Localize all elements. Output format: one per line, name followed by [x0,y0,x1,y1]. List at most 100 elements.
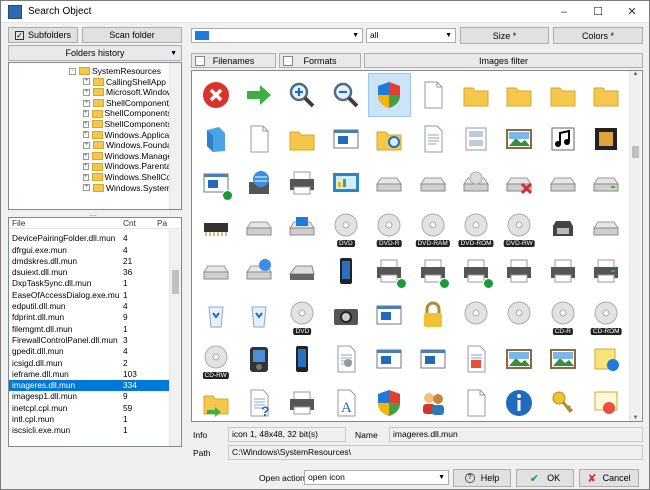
icon-cell[interactable] [324,293,367,337]
icon-cell[interactable]: CD-RW [194,337,237,381]
minimize-button[interactable]: – [547,1,581,23]
icon-cell[interactable] [411,161,454,205]
icon-cell[interactable] [237,117,280,161]
icon-cell[interactable] [541,161,584,205]
icon-cell[interactable] [194,117,237,161]
icon-cell[interactable]: DVD-RW [498,205,541,249]
expand-icon[interactable]: + [83,131,89,139]
icon-cell[interactable]: CD-ROM [585,293,628,337]
ok-button[interactable]: ✔ OK [516,469,574,487]
icon-cell[interactable] [324,117,367,161]
expand-icon[interactable]: + [83,163,89,171]
folders-history-button[interactable]: Folders history ▼ [8,45,182,61]
icon-cell[interactable] [541,205,584,249]
icon-cell[interactable]: DVD [281,293,324,337]
icon-cell[interactable] [281,161,324,205]
list-row[interactable]: filemgmt.dll.mun 1 [9,324,181,335]
color-depth-select[interactable]: ▼ [191,28,363,43]
icon-cell[interactable] [498,293,541,337]
tree-item-root[interactable]: - SystemResources [69,66,181,77]
icon-cell[interactable] [454,161,497,205]
icon-cell[interactable] [454,73,497,117]
icon-cell[interactable] [324,161,367,205]
list-row[interactable]: ieframe.dll.mun 103 [9,369,181,380]
grid-scrollbar[interactable]: ▲ ▼ [629,71,641,421]
list-row[interactable]: EaseOfAccessDialog.exe.mun 1 [9,290,181,301]
tree-item[interactable]: + Windows.Manageme [69,151,181,162]
icon-cell[interactable] [498,381,541,419]
tree-item[interactable]: + ShellComponents.Dr [69,108,181,119]
filter-select[interactable]: all ▼ [366,28,456,43]
icon-cell[interactable] [498,117,541,161]
icon-cell[interactable] [585,161,628,205]
icon-cell[interactable] [411,293,454,337]
icon-cell[interactable] [281,249,324,293]
icon-cell[interactable]: DVD-ROM [454,205,497,249]
scroll-down-icon[interactable]: ▼ [630,415,641,421]
collapse-icon[interactable]: - [69,67,76,75]
icon-cell[interactable] [237,249,280,293]
icon-cell[interactable] [237,161,280,205]
icon-cell[interactable] [411,381,454,419]
grid-scroll-thumb[interactable] [632,146,639,158]
tree-item[interactable]: + Windows.Application [69,130,181,141]
icon-cell[interactable] [368,117,411,161]
icon-cell[interactable] [454,293,497,337]
icon-cell[interactable] [194,381,237,419]
list-row[interactable]: imagesp1.dll.mun 9 [9,391,181,402]
expand-icon[interactable]: + [83,88,90,96]
icon-cell[interactable] [281,337,324,381]
icon-cell[interactable] [585,337,628,381]
tree-item[interactable]: + ShellComponents [69,98,181,109]
help-button[interactable]: ? Help [453,469,511,487]
icon-cell[interactable] [411,249,454,293]
icon-cell[interactable] [411,337,454,381]
icon-cell[interactable] [368,249,411,293]
expand-icon[interactable]: + [83,173,89,181]
expand-icon[interactable]: + [83,184,90,192]
icon-cell[interactable] [367,73,411,117]
icon-cell[interactable] [237,337,280,381]
icon-cell[interactable] [368,293,411,337]
icon-cell[interactable] [541,249,584,293]
tree-item[interactable]: + Windows.ShellComm [69,172,181,183]
tree-item[interactable]: + Windows.ParentalCo [69,161,181,172]
expand-icon[interactable]: + [83,120,89,128]
expand-icon[interactable]: + [83,110,89,118]
icon-cell[interactable] [281,117,324,161]
icon-cell[interactable]: DVD [324,205,367,249]
list-row[interactable]: FirewallControlPanel.dll.mun 3 [9,335,181,346]
col-file[interactable]: File [9,218,120,228]
icon-cell[interactable] [281,381,324,419]
icon-cell[interactable] [281,205,324,249]
list-row[interactable]: DevicePairingFolder.dll.mun 4 [9,233,181,244]
icon-cell[interactable] [541,337,584,381]
formats-checkbox[interactable] [283,55,293,66]
icon-cell[interactable] [281,73,324,117]
col-cnt[interactable]: Cnt [120,218,154,228]
icon-cell[interactable]: DVD-RAM [411,205,454,249]
tree-item[interactable]: + Microsoft.Windows. [69,87,181,98]
icon-cell[interactable] [237,293,280,337]
expand-icon[interactable]: + [83,99,90,107]
icon-cell[interactable] [237,73,280,117]
list-row[interactable]: DxpTaskSync.dll.mun 1 [9,278,181,289]
list-row[interactable]: iscsicli.exe.mun 1 [9,425,181,436]
icon-cell[interactable]: DVD-R [368,205,411,249]
icon-cell[interactable] [541,73,584,117]
list-row[interactable]: icsigd.dll.mun 2 [9,358,181,369]
icon-cell[interactable] [498,249,541,293]
icon-cell[interactable] [368,381,411,419]
icon-cell[interactable] [454,337,497,381]
list-row[interactable]: fdprint.dll.mun 9 [9,312,181,323]
images-filter-button[interactable]: Images filter [364,53,643,68]
icon-cell[interactable] [194,161,237,205]
icon-cell[interactable] [324,249,367,293]
icon-cell[interactable] [368,161,411,205]
formats-filter-button[interactable]: Formats [279,53,361,68]
subfolders-toggle[interactable]: ✓ Subfolders [8,27,78,43]
tree-item[interactable]: + Windows.SystemTo [69,183,181,194]
icon-cell[interactable] [498,73,541,117]
icon-cell[interactable]: A [324,381,367,419]
icon-cell[interactable] [585,205,628,249]
